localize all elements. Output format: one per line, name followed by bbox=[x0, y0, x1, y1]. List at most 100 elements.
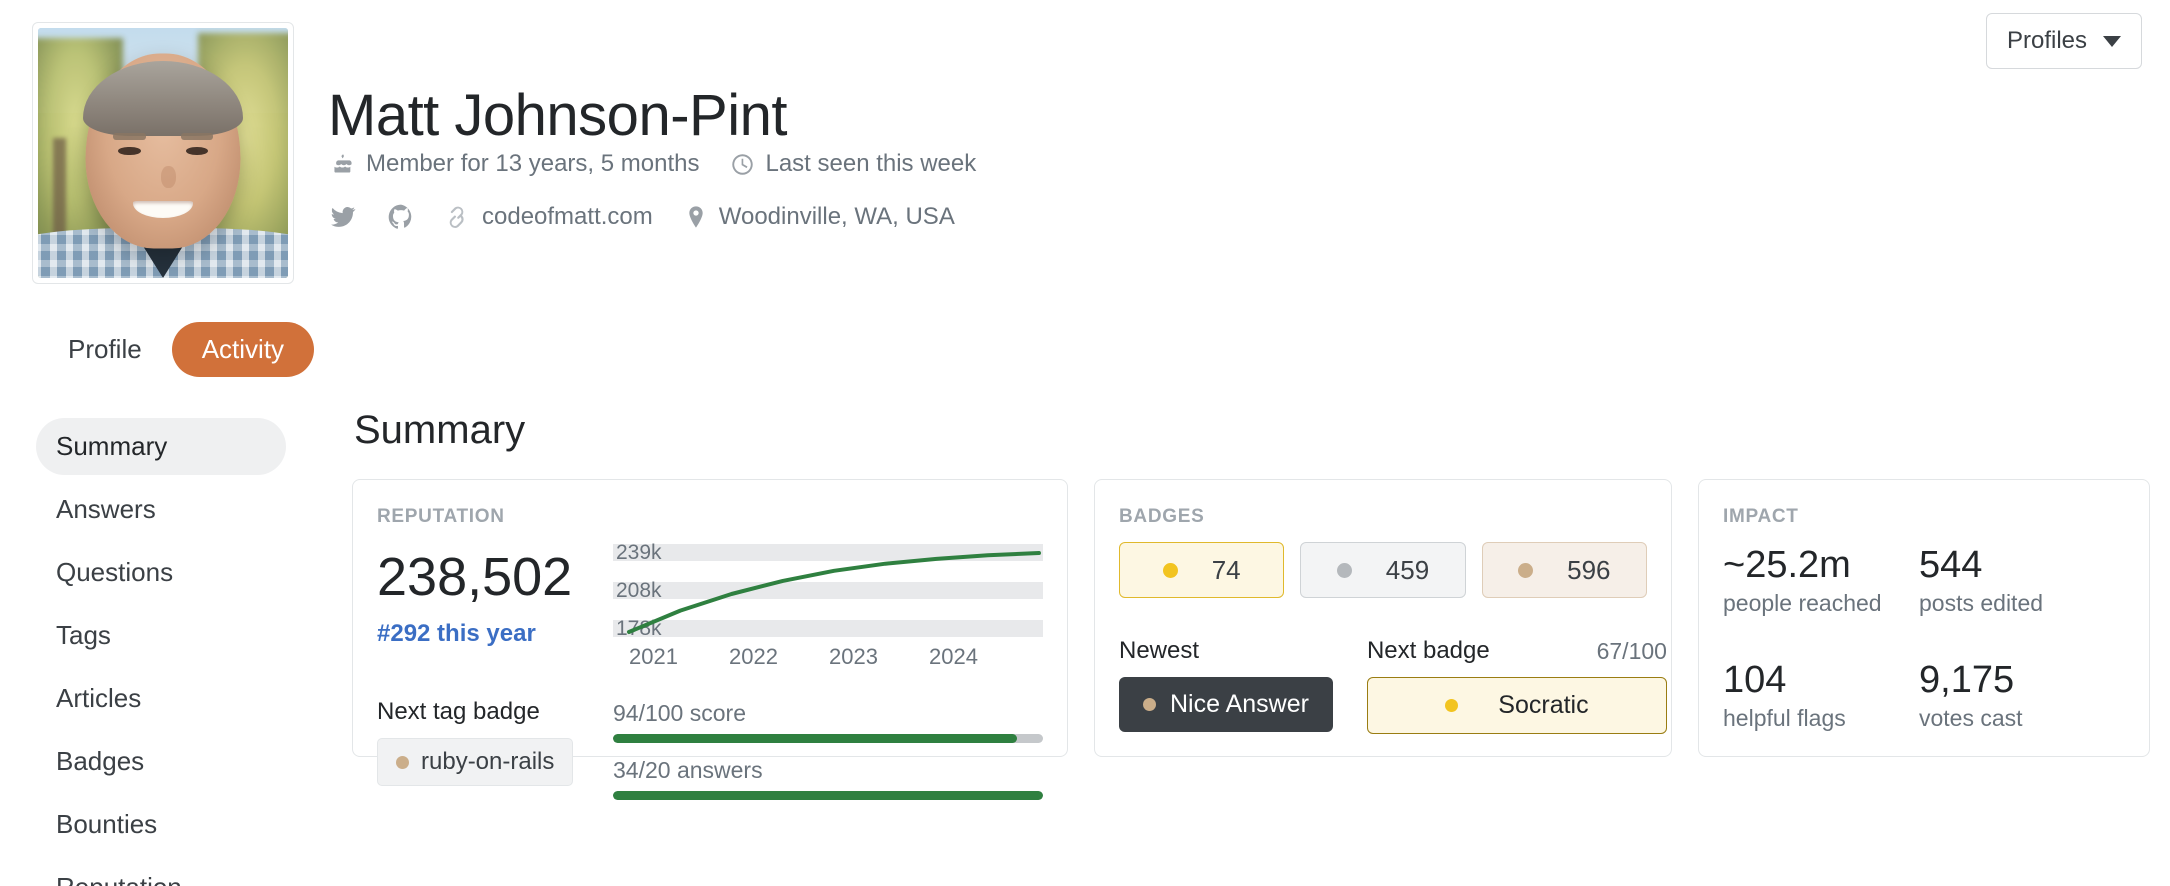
profile-page: Matt Johnson-Pint Member for 13 years, 5… bbox=[0, 0, 2170, 886]
next-badge-score: 67/100 bbox=[1596, 637, 1667, 664]
link-icon bbox=[446, 204, 472, 230]
reputation-card-label: REPUTATION bbox=[377, 506, 505, 527]
tab-profile[interactable]: Profile bbox=[46, 322, 164, 377]
next-badge-label: Next badge bbox=[1366, 637, 1490, 664]
sidebar-item-questions[interactable]: Questions bbox=[36, 544, 286, 601]
bronze-badge-count[interactable]: 596 bbox=[1481, 542, 1647, 598]
impact-stat-people-reached: ~25.2m people reached bbox=[1723, 544, 1919, 617]
badges-card-label: BADGES bbox=[1119, 506, 1205, 527]
tag-answers-progress-label: 34/20 answers bbox=[613, 757, 763, 783]
silver-badge-dot-icon bbox=[1336, 562, 1352, 578]
location: Woodinville, WA, USA bbox=[683, 203, 955, 231]
newest-badge-dot-icon bbox=[1143, 698, 1156, 711]
tag-score-progress-label: 94/100 score bbox=[613, 700, 746, 726]
impact-card: IMPACT ~25.2m people reached 544 posts e… bbox=[1698, 479, 2150, 757]
next-badge-col: Next badge 67/100 Socratic bbox=[1366, 637, 1667, 734]
impact-card-label: IMPACT bbox=[1723, 506, 1799, 527]
chart-line-svg bbox=[627, 551, 1041, 634]
votes-cast-label: votes cast bbox=[1919, 704, 2023, 731]
sidebar-item-tags[interactable]: Tags bbox=[36, 607, 286, 664]
sidebar-item-reputation[interactable]: Reputation bbox=[36, 859, 286, 886]
section-title: Summary bbox=[354, 408, 526, 452]
member-for-text: Member for 13 years, 5 months bbox=[366, 150, 700, 177]
badge-counts-row: 74 459 596 bbox=[1119, 542, 1647, 598]
profiles-dropdown-button[interactable]: Profiles bbox=[1985, 13, 2142, 69]
people-reached-label: people reached bbox=[1723, 589, 1882, 616]
chart-xtick-0: 2021 bbox=[629, 644, 678, 669]
impact-stat-posts-edited: 544 posts edited bbox=[1919, 544, 2125, 617]
github-link[interactable] bbox=[388, 204, 424, 230]
next-tag-badge-label: Next tag badge bbox=[377, 698, 540, 725]
votes-cast-value: 9,175 bbox=[1919, 658, 2015, 701]
chart-xaxis: 2021 2022 2023 2024 bbox=[613, 644, 1043, 670]
reputation-chart-plot: 239k 208k 178k bbox=[613, 542, 1043, 640]
sidebar-item-bounties[interactable]: Bounties bbox=[36, 796, 286, 853]
next-tag-badge-name: ruby-on-rails bbox=[421, 748, 555, 775]
avatar-image bbox=[38, 28, 288, 278]
bronze-badge-count-dot-icon bbox=[1518, 562, 1534, 578]
gold-badge-count[interactable]: 74 bbox=[1119, 542, 1285, 598]
posts-edited-label: posts edited bbox=[1919, 589, 2044, 616]
chevron-down-icon bbox=[2103, 35, 2121, 47]
clock-icon bbox=[729, 151, 755, 177]
newest-badge-col: Newest Nice Answer bbox=[1119, 637, 1333, 734]
badges-card: BADGES 74 459 596 Newest Nice Answer Nex… bbox=[1094, 479, 1672, 757]
sidebar-item-articles[interactable]: Articles bbox=[36, 670, 286, 727]
tag-answers-progress-fill bbox=[613, 791, 1043, 800]
sidebar-item-answers[interactable]: Answers bbox=[36, 481, 286, 538]
badges-bottom-row: Newest Nice Answer Next badge 67/100 Soc… bbox=[1119, 637, 1667, 734]
newest-badge-label: Newest bbox=[1119, 637, 1200, 664]
bronze-badge-count-value: 596 bbox=[1567, 554, 1611, 585]
activity-sidebar: Summary Answers Questions Tags Articles … bbox=[36, 418, 286, 886]
website-url-text: codeofmatt.com bbox=[482, 203, 653, 230]
profiles-button-label: Profiles bbox=[2006, 27, 2087, 54]
gold-badge-dot-icon bbox=[1162, 562, 1178, 578]
silver-badge-count[interactable]: 459 bbox=[1300, 542, 1466, 598]
next-badge-name: Socratic bbox=[1498, 691, 1589, 719]
location-text: Woodinville, WA, USA bbox=[718, 203, 955, 230]
page-title: Matt Johnson-Pint bbox=[328, 82, 787, 148]
impact-stats-grid: ~25.2m people reached 544 posts edited 1… bbox=[1723, 544, 2125, 732]
profile-header: Matt Johnson-Pint Member for 13 years, 5… bbox=[0, 0, 2170, 300]
tab-activity[interactable]: Activity bbox=[171, 322, 315, 377]
twitter-icon bbox=[330, 204, 356, 230]
next-tag-badge-pill[interactable]: ruby-on-rails bbox=[377, 738, 574, 786]
github-icon bbox=[388, 204, 414, 230]
newest-badge-name: Nice Answer bbox=[1170, 690, 1309, 718]
bronze-badge-dot-icon bbox=[396, 755, 409, 769]
sidebar-item-badges[interactable]: Badges bbox=[36, 733, 286, 790]
avatar[interactable] bbox=[32, 22, 294, 284]
tag-score-progress-fill bbox=[613, 734, 1018, 743]
reputation-chart: 239k 208k 178k 2021 2022 2023 2024 bbox=[613, 534, 1043, 670]
posts-edited-value: 544 bbox=[1919, 544, 1983, 586]
reputation-rank-link[interactable]: #292 this year bbox=[377, 620, 613, 648]
member-for: Member for 13 years, 5 months bbox=[330, 150, 699, 178]
tag-answers-progress-bar bbox=[613, 791, 1043, 800]
chart-xtick-2: 2023 bbox=[829, 644, 878, 669]
reputation-value: 238,502 bbox=[377, 547, 573, 607]
twitter-link[interactable] bbox=[330, 204, 366, 230]
helpful-flags-value: 104 bbox=[1723, 658, 1787, 701]
tag-score-progress-bar bbox=[613, 734, 1043, 743]
summary-main: Summary REPUTATION 238,502 #292 this yea… bbox=[352, 408, 2150, 800]
summary-cards: REPUTATION 238,502 #292 this year 239k 2… bbox=[352, 479, 2150, 800]
cake-icon bbox=[330, 151, 356, 177]
chart-xtick-1: 2022 bbox=[729, 644, 778, 669]
impact-stat-helpful-flags: 104 helpful flags bbox=[1723, 658, 1919, 732]
impact-stat-votes-cast: 9,175 votes cast bbox=[1919, 658, 2125, 732]
reputation-card: REPUTATION 238,502 #292 this year 239k 2… bbox=[352, 479, 1068, 800]
gold-badge-count-value: 74 bbox=[1211, 554, 1241, 585]
profile-tabs: Profile Activity bbox=[46, 322, 315, 377]
people-reached-value: ~25.2m bbox=[1723, 544, 1851, 586]
location-pin-icon bbox=[683, 204, 709, 230]
helpful-flags-label: helpful flags bbox=[1723, 704, 1846, 731]
profile-meta-row-primary: Member for 13 years, 5 months Last seen … bbox=[330, 150, 976, 178]
next-badge-pill[interactable]: Socratic bbox=[1366, 677, 1667, 734]
next-badge-dot-icon bbox=[1445, 699, 1459, 712]
last-seen-text: Last seen this week bbox=[765, 150, 977, 177]
sidebar-item-summary[interactable]: Summary bbox=[36, 418, 286, 475]
newest-badge-pill[interactable]: Nice Answer bbox=[1119, 677, 1333, 732]
last-seen: Last seen this week bbox=[729, 150, 976, 178]
profile-meta-row-links: codeofmatt.com Woodinville, WA, USA bbox=[330, 203, 955, 231]
website-link[interactable]: codeofmatt.com bbox=[446, 203, 653, 231]
